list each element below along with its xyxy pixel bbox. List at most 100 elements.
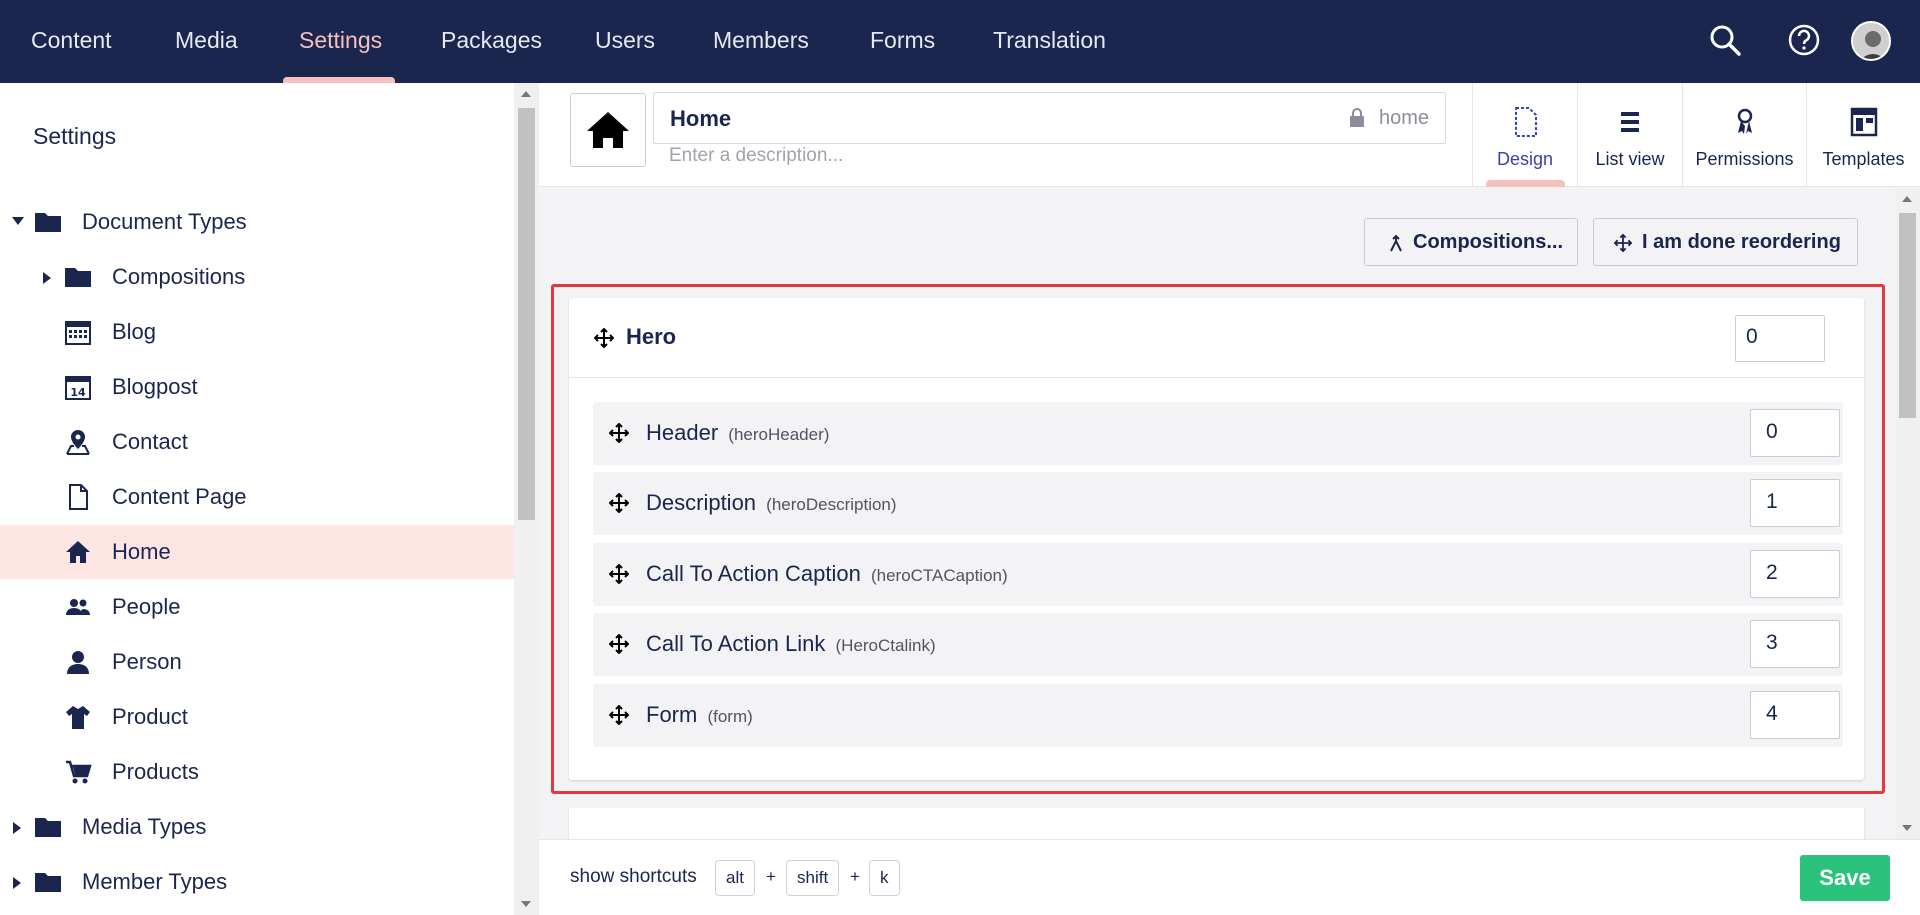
tab-label: Permissions xyxy=(1695,149,1794,169)
main-scrollbar[interactable] xyxy=(1895,188,1920,839)
name-input[interactable]: Home home xyxy=(653,92,1446,144)
reorder-label: I am done reordering xyxy=(1642,231,1841,253)
nav-members[interactable]: Members xyxy=(713,0,809,83)
doctype-icon-picker[interactable] xyxy=(570,93,646,167)
sidebar-scroll-thumb[interactable] xyxy=(518,108,535,520)
tree-label: Person xyxy=(112,649,182,674)
svg-text:14: 14 xyxy=(70,386,86,399)
tree-item-blogpost[interactable]: 14 Blogpost xyxy=(0,360,514,414)
main-scroll-thumb[interactable] xyxy=(1899,213,1916,418)
tree-item-blog[interactable]: Blog xyxy=(0,305,514,359)
permissions-icon xyxy=(1737,108,1752,134)
home-icon xyxy=(587,112,629,148)
cart-icon xyxy=(66,760,92,784)
shortcut-key-k: k xyxy=(869,860,900,896)
folder-icon xyxy=(35,213,61,232)
nav-packages[interactable]: Packages xyxy=(441,0,542,83)
sidebar-scrollbar[interactable] xyxy=(514,83,539,915)
editor-main: Compositions... I am done reordering Her… xyxy=(539,188,1895,839)
folder-icon xyxy=(35,818,61,837)
description-input[interactable]: Enter a description... xyxy=(669,145,843,167)
caret-right-icon[interactable] xyxy=(13,877,21,889)
tree-label: Contact xyxy=(112,429,188,454)
nav-settings[interactable]: Settings xyxy=(299,0,382,83)
caret-right-icon[interactable] xyxy=(13,822,21,834)
lock-icon[interactable] xyxy=(1349,108,1365,128)
tree-label: Document Types xyxy=(82,209,247,234)
folder-icon xyxy=(65,268,91,287)
tree-label: Content Page xyxy=(112,484,247,509)
shortcut-key-shift: shift xyxy=(786,860,840,896)
tab-label: Templates xyxy=(1822,149,1905,169)
caret-right-icon[interactable] xyxy=(43,272,51,284)
shortcut-plus: + xyxy=(850,867,860,886)
user-icon xyxy=(67,651,89,674)
compositions-button[interactable]: Compositions... xyxy=(1364,218,1578,266)
tab-permissions[interactable]: Permissions xyxy=(1682,83,1806,187)
reorder-done-button[interactable]: I am done reordering xyxy=(1593,218,1858,266)
shortcut-key-alt: alt xyxy=(715,860,755,896)
shortcut-plus: + xyxy=(766,867,776,886)
scroll-down-icon[interactable] xyxy=(521,901,531,907)
tree-item-content-page[interactable]: Content Page xyxy=(0,470,514,524)
nav-content[interactable]: Content xyxy=(31,0,112,83)
top-nav: Content Media Settings Packages Users Me… xyxy=(0,0,1920,83)
tree-label: Products xyxy=(112,759,199,784)
tree-item-document-types[interactable]: Document Types xyxy=(0,195,514,249)
editor-footer: show shortcuts alt + shift + k Save xyxy=(539,839,1920,915)
tab-label: List view xyxy=(1595,149,1665,169)
home-icon xyxy=(66,541,90,563)
tree-label: Home xyxy=(112,539,171,564)
tree-item-product[interactable]: Product xyxy=(0,690,514,744)
tree-item-person[interactable]: Person xyxy=(0,635,514,689)
tree-item-people[interactable]: People xyxy=(0,580,514,634)
map-pin-icon xyxy=(66,430,90,455)
shirt-icon xyxy=(66,706,90,729)
avatar[interactable] xyxy=(1851,21,1891,61)
scroll-up-icon[interactable] xyxy=(521,91,531,97)
tab-list-view[interactable]: List view xyxy=(1577,83,1682,187)
nav-translation[interactable]: Translation xyxy=(993,0,1106,83)
tree-item-contact[interactable]: Contact xyxy=(0,415,514,469)
list-icon xyxy=(1621,112,1639,132)
shortcuts-toggle[interactable]: show shortcuts xyxy=(570,866,697,888)
tree-item-home[interactable]: Home xyxy=(0,525,514,579)
selection-highlight xyxy=(551,284,1885,794)
alias-value[interactable]: home xyxy=(1379,107,1429,130)
users-icon xyxy=(66,599,90,615)
tree-item-products[interactable]: Products xyxy=(0,745,514,799)
tree-item-member-types[interactable]: Member Types xyxy=(0,855,514,909)
search-icon[interactable] xyxy=(1707,22,1743,58)
tree-item-compositions[interactable]: Compositions xyxy=(0,250,514,304)
tree-item-media-types[interactable]: Media Types xyxy=(0,800,514,854)
tree-label: People xyxy=(112,594,181,619)
editor-header: Home home Enter a description... Design … xyxy=(539,83,1920,187)
tab-templates[interactable]: Templates xyxy=(1806,83,1920,187)
folder-icon xyxy=(35,873,61,892)
template-icon xyxy=(1850,107,1877,137)
property-group-next xyxy=(569,808,1864,839)
help-icon[interactable] xyxy=(1786,22,1822,58)
nav-users[interactable]: Users xyxy=(595,0,655,83)
save-button[interactable]: Save xyxy=(1800,855,1890,901)
tree-label: Member Types xyxy=(82,869,228,894)
tab-label: Design xyxy=(1496,149,1554,169)
calendar-14-icon: 14 xyxy=(65,376,91,400)
caret-down-icon[interactable] xyxy=(12,217,24,225)
tree-label: Product xyxy=(112,704,188,729)
calendar-icon xyxy=(65,321,91,345)
name-value: Home xyxy=(670,106,732,131)
tree-label: Media Types xyxy=(82,814,207,839)
tree-label: Blog xyxy=(112,319,157,344)
tab-design[interactable]: Design xyxy=(1472,83,1577,187)
move-icon xyxy=(1614,233,1632,253)
sidebar: Settings Document Types Compositions Blo… xyxy=(0,83,514,915)
compositions-label: Compositions... xyxy=(1413,231,1563,253)
tab-active-indicator xyxy=(1486,180,1565,187)
document-design-icon xyxy=(1515,107,1537,137)
scroll-up-icon[interactable] xyxy=(1902,196,1912,202)
nav-media[interactable]: Media xyxy=(175,0,238,83)
merge-icon xyxy=(1390,234,1402,252)
nav-forms[interactable]: Forms xyxy=(870,0,935,83)
scroll-down-icon[interactable] xyxy=(1902,825,1912,831)
